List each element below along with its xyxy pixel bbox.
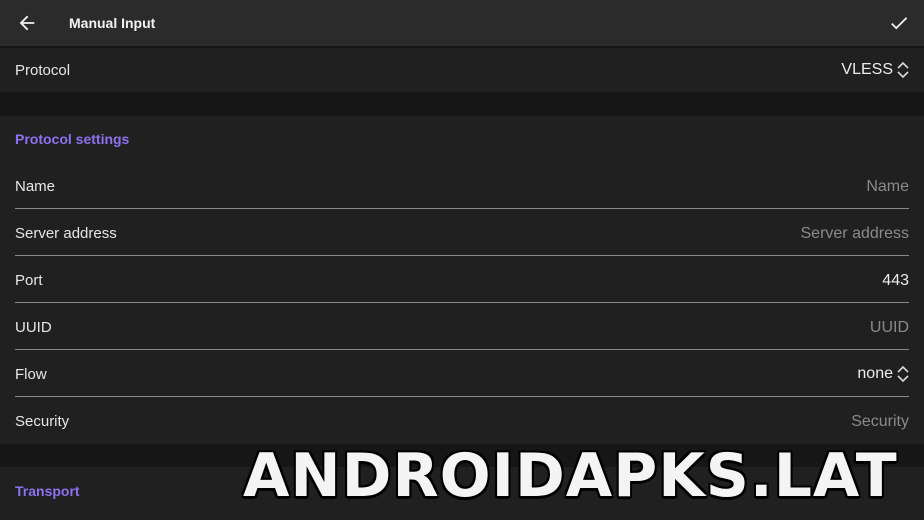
name-input[interactable]: Name [866,178,909,196]
flow-label: Flow [15,366,47,383]
server-address-label: Server address [15,225,117,242]
flow-divider [15,396,909,397]
protocol-row[interactable]: Protocol VLESS [0,48,924,92]
port-input[interactable]: 443 [882,272,909,290]
section-header-protocol-settings: Protocol settings [15,131,130,147]
flow-value: none [857,365,893,383]
page-title: Manual Input [69,15,156,31]
app-bar: Manual Input [0,0,924,46]
name-label: Name [15,178,56,195]
arrow-left-icon[interactable] [16,12,38,34]
check-icon[interactable] [888,12,910,34]
uuid-divider [15,349,909,350]
port-divider [15,302,909,303]
flow-select[interactable]: none [857,365,909,383]
section-header-transport: Transport [15,483,80,499]
protocol-select[interactable]: VLESS [841,61,909,79]
name-divider [15,208,909,209]
protocol-label: Protocol [15,62,71,79]
uuid-label: UUID [15,319,52,336]
server-address-divider [15,255,909,256]
server-address-input[interactable]: Server address [801,225,910,243]
protocol-value: VLESS [841,61,893,79]
unfold-icon [897,61,909,79]
security-label: Security [15,413,70,430]
protocol-settings-section: Protocol settings Name Name Server addre… [0,116,924,444]
unfold-icon [897,365,909,383]
security-select[interactable]: Security [851,413,909,431]
uuid-input[interactable]: UUID [870,319,909,337]
port-label: Port [15,272,43,289]
watermark-text: ANDROIDAPKS.LAT [243,441,898,511]
